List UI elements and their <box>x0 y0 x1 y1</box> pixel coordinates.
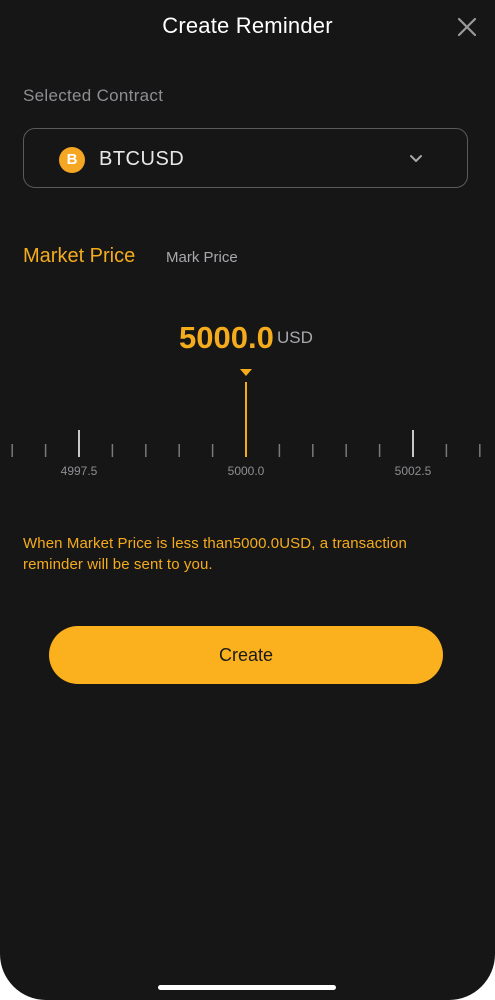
close-button[interactable] <box>455 15 479 39</box>
pointer-triangle-icon <box>240 369 252 376</box>
reminder-hint-text: When Market Price is less than5000.0USD,… <box>23 535 407 573</box>
tab-mark-price[interactable]: Mark Price <box>166 249 238 266</box>
tab-market-price[interactable]: Market Price <box>23 245 135 268</box>
header: Create Reminder <box>0 0 495 56</box>
ruler-label-right: 5002.5 <box>395 464 432 478</box>
ruler-label-left: 4997.5 <box>61 464 98 478</box>
contract-name: BTCUSD <box>99 148 185 170</box>
contract-dropdown[interactable]: B BTCUSD <box>23 128 468 188</box>
price-unit: USD <box>277 328 313 347</box>
bitcoin-icon: B <box>59 147 85 173</box>
create-button[interactable]: Create <box>49 626 443 684</box>
page-title: Create Reminder <box>162 13 333 38</box>
selected-price-value: 5000.0 <box>179 320 274 355</box>
close-icon <box>457 17 477 37</box>
phone-screen: Create Reminder Selected Contract B BTCU… <box>0 0 495 1000</box>
price-ruler[interactable]: 4997.5 5000.0 5002.5 <box>0 360 495 490</box>
selected-contract-label: Selected Contract <box>23 86 164 105</box>
home-indicator <box>158 985 336 990</box>
chevron-down-icon <box>410 155 422 162</box>
ruler-label-center: 5000.0 <box>228 464 265 478</box>
